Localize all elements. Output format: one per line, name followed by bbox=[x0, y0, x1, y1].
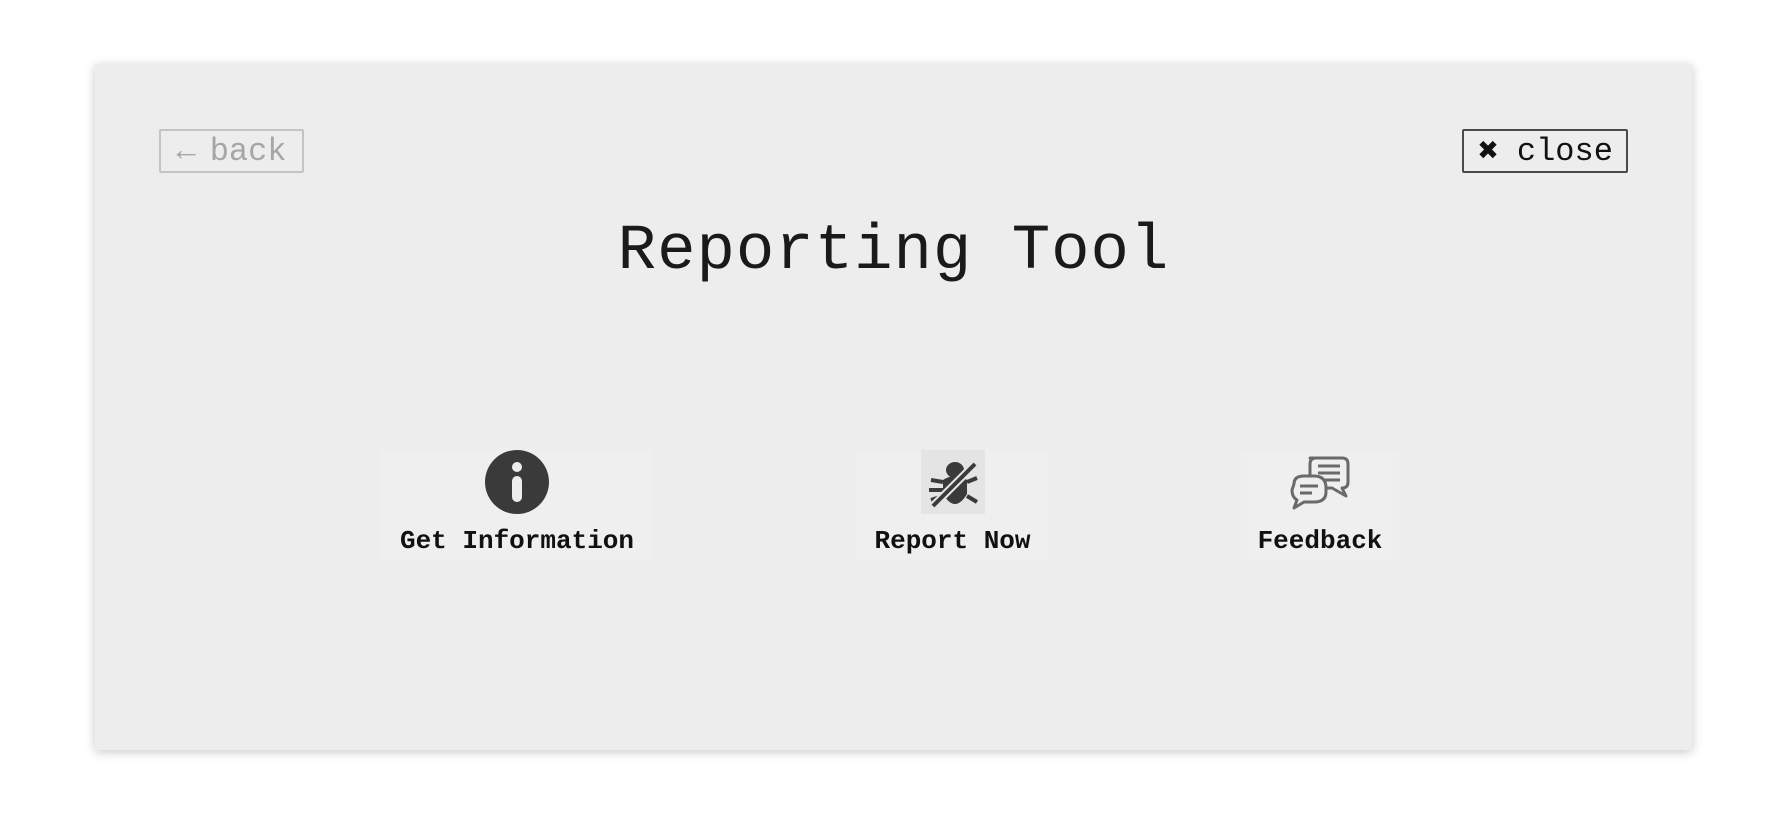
info-icon bbox=[485, 450, 549, 514]
get-information-option[interactable]: Get Information bbox=[381, 450, 653, 560]
bug-slash-icon bbox=[920, 450, 985, 514]
close-label: close bbox=[1516, 132, 1613, 170]
dialog-title: Reporting Tool bbox=[617, 216, 1170, 288]
back-arrow-icon: ← bbox=[176, 132, 196, 170]
feedback-option[interactable]: Feedback bbox=[1241, 450, 1399, 560]
report-now-option[interactable]: Report Now bbox=[856, 450, 1049, 560]
chat-bubbles-icon bbox=[1288, 450, 1352, 514]
close-icon: ✖ bbox=[1477, 136, 1499, 166]
close-button[interactable]: ✖ close bbox=[1462, 129, 1628, 173]
reporting-tool-dialog: ← back ✖ close Reporting Tool Get Inform… bbox=[95, 64, 1692, 750]
back-label: back bbox=[209, 132, 287, 170]
feedback-label: Feedback bbox=[1257, 526, 1383, 556]
get-information-label: Get Information bbox=[399, 526, 635, 556]
back-button[interactable]: ← back bbox=[159, 129, 304, 173]
report-now-label: Report Now bbox=[874, 526, 1031, 556]
